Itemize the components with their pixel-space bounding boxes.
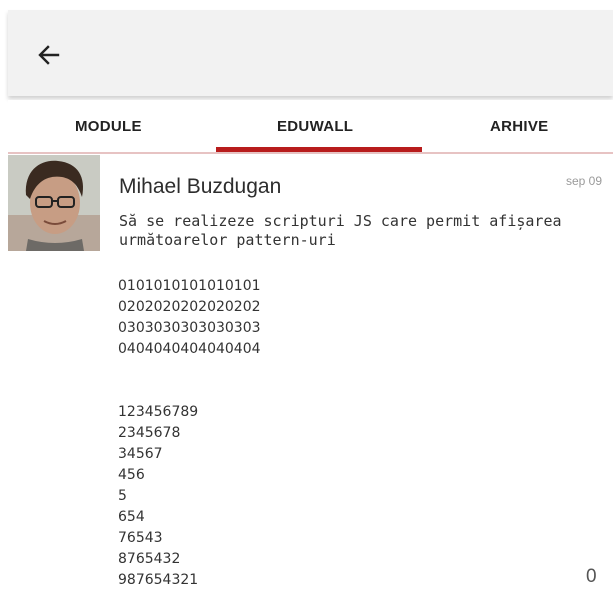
pattern-list-2: 123456789 2345678 34567 456 5 654 76543 … [118, 402, 198, 591]
comment-count[interactable]: 0 [586, 566, 597, 588]
tab-arhive[interactable]: ARHIVE [490, 118, 548, 135]
tab-eduwall[interactable]: EDUWALL [277, 118, 353, 135]
pattern-line: 2345678 [118, 425, 181, 441]
tab-module[interactable]: MODULE [75, 118, 142, 135]
pattern-line: 0101010101010101 [118, 278, 261, 294]
avatar[interactable] [8, 155, 100, 251]
tab-bar: MODULE EDUWALL ARHIVE [8, 100, 613, 154]
pattern-line: 123456789 [118, 404, 199, 420]
pattern-line: 0303030303030303 [118, 320, 261, 336]
post-date: sep 09 [566, 174, 603, 188]
pattern-line: 76543 [118, 530, 163, 546]
pattern-line: 456 [118, 467, 145, 483]
pattern-line: 654 [118, 509, 145, 525]
pattern-line: 34567 [118, 446, 163, 462]
app-bar [8, 10, 613, 96]
pattern-line: 0202020202020202 [118, 299, 261, 315]
pattern-line: 5 [118, 488, 127, 504]
arrow-left-icon[interactable] [34, 40, 64, 70]
post-author: Mihael Buzdugan [119, 175, 282, 198]
pattern-line: 0404040404040404 [118, 341, 261, 357]
pattern-line: 8765432 [118, 551, 181, 567]
pattern-list-1: 0101010101010101 0202020202020202 030303… [118, 276, 261, 360]
pattern-line: 987654321 [118, 572, 199, 588]
post-description: Să se realizeze scripturi JS care permit… [119, 212, 562, 249]
tab-divider [8, 152, 613, 154]
